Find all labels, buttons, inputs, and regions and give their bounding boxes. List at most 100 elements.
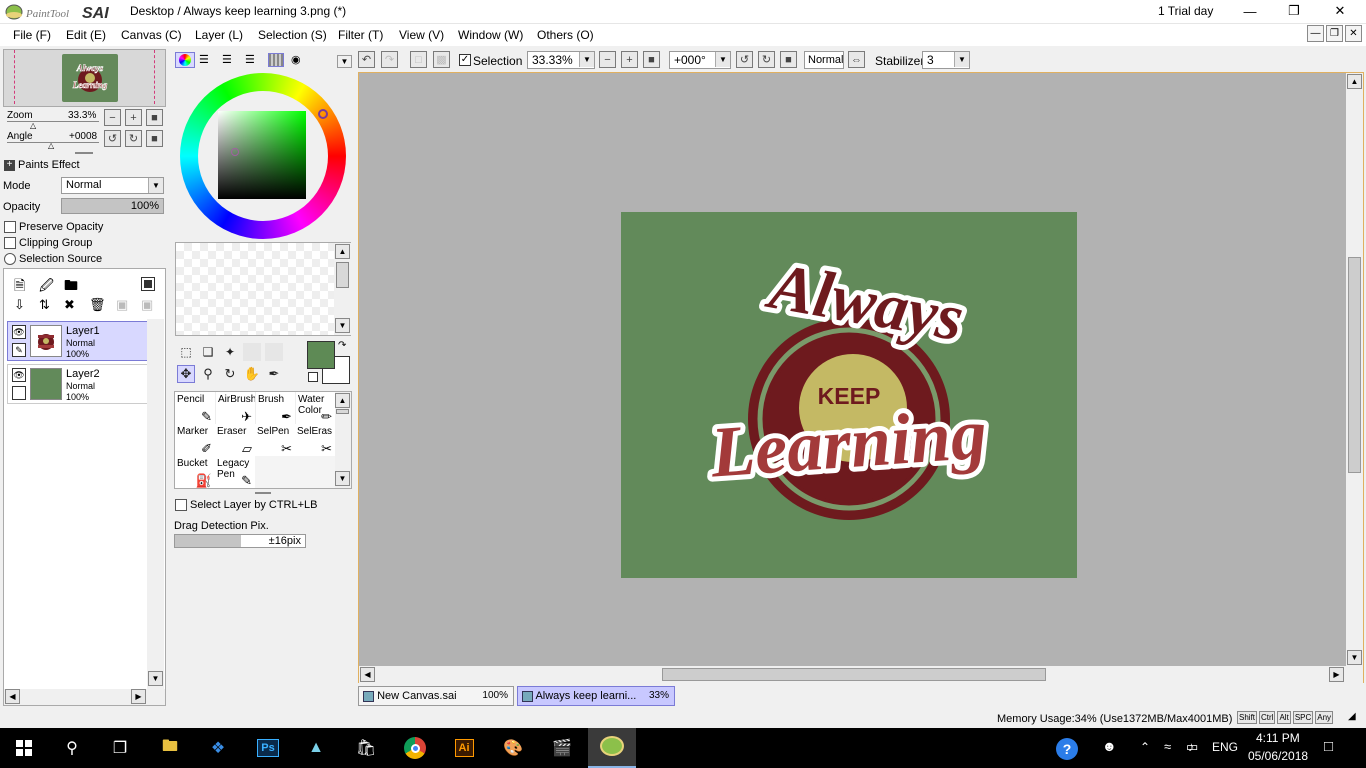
eyedropper-icon[interactable]: ✒: [265, 365, 283, 383]
zoom-out-button[interactable]: −: [104, 109, 121, 126]
file-explorer-icon[interactable]: 🖿: [150, 732, 190, 764]
menu-canvas[interactable]: Canvas (C): [121, 28, 182, 42]
store-icon[interactable]: 🛍: [346, 732, 386, 764]
scroll-down-icon[interactable]: ▼: [148, 671, 163, 686]
wifi-icon[interactable]: ≈: [1164, 739, 1171, 754]
view-mode-button[interactable]: Normal: [804, 51, 844, 69]
scroll-thumb[interactable]: [336, 409, 349, 414]
help-icon[interactable]: ?: [1056, 738, 1078, 760]
doc-tab-always-keep-learning[interactable]: Always keep learni... 33%: [517, 686, 675, 706]
move-icon[interactable]: ✥: [177, 365, 195, 383]
scroll-up-icon[interactable]: ▲: [1347, 74, 1362, 89]
brush-pencil[interactable]: Pencil ✎: [175, 392, 215, 424]
zoom-slider[interactable]: [7, 114, 99, 122]
blend-mode-select[interactable]: Normal ▼: [61, 177, 164, 194]
menu-edit[interactable]: Edit (E): [66, 28, 106, 42]
mdi-close-button[interactable]: ✕: [1345, 25, 1362, 42]
scroll-down-icon[interactable]: ▼: [335, 471, 350, 486]
task-view-icon[interactable]: ❐: [100, 732, 140, 764]
zoom-select[interactable]: 33.33% ▼: [527, 51, 595, 69]
sv-picker-handle[interactable]: [231, 148, 239, 156]
menu-file[interactable]: File (F): [13, 28, 51, 42]
clock-date[interactable]: 05/06/2018: [1248, 749, 1308, 763]
brush-airbrush[interactable]: AirBrush ✈: [215, 392, 256, 424]
transparent-color-icon[interactable]: [308, 372, 318, 382]
brush-selpen[interactable]: SelPen ✂: [255, 424, 295, 456]
menu-layer[interactable]: Layer (L): [195, 28, 243, 42]
new-folder-icon[interactable]: 🖿: [64, 275, 78, 299]
stabilizer-select[interactable]: 3 ▼: [922, 51, 970, 69]
brush-marker[interactable]: Marker ✐: [175, 424, 215, 456]
paint-icon[interactable]: 🎨: [493, 732, 533, 764]
layer-vscroll[interactable]: ▼: [147, 319, 164, 689]
saturation-value-square[interactable]: [218, 111, 306, 199]
canvas-vscroll[interactable]: ▲ ▼: [1346, 73, 1363, 666]
toolbar-zoom-reset-button[interactable]: ■: [643, 51, 660, 68]
preserve-opacity-checkbox[interactable]: [4, 221, 16, 233]
scroll-down-icon[interactable]: ▼: [335, 318, 350, 333]
toolbar-zoom-in-button[interactable]: +: [621, 51, 638, 68]
panel-splitter[interactable]: [255, 492, 271, 494]
swatch-tab[interactable]: ☰: [245, 53, 255, 66]
brush-vscroll[interactable]: ▲ ▼: [335, 392, 351, 488]
scratchpad[interactable]: ▲ ▼: [175, 242, 351, 336]
app-icon[interactable]: ▲: [296, 732, 336, 764]
scroll-left-icon[interactable]: ◀: [360, 667, 375, 682]
zoom-slider-handle[interactable]: △: [30, 121, 36, 130]
clock-time[interactable]: 4:11 PM: [1256, 731, 1300, 745]
hue-picker-handle[interactable]: [318, 109, 328, 119]
mdi-minimize-button[interactable]: —: [1307, 25, 1324, 42]
navigator-panel[interactable]: Always Learning: [3, 49, 166, 107]
layer-row[interactable]: 👁 ✎ Layer1 Normal 100%: [7, 321, 151, 361]
layer-row[interactable]: 👁 Layer2 Normal 100%: [7, 364, 151, 404]
selection-checkbox[interactable]: ✓: [459, 54, 471, 66]
canvas-hscroll[interactable]: ◀ ▶: [359, 666, 1346, 683]
rotate-right-button[interactable]: ↻: [125, 130, 142, 147]
select-by-ctrl-checkbox[interactable]: [175, 499, 187, 511]
swap-colors-icon[interactable]: ↷: [338, 340, 346, 351]
toolbar-rotate-right-button[interactable]: ↻: [758, 51, 775, 68]
new-layer-icon[interactable]: 🗎: [14, 275, 25, 299]
hsv-slider-tab[interactable]: ☰: [222, 53, 232, 66]
chrome-icon[interactable]: [395, 732, 435, 764]
menu-view[interactable]: View (V): [399, 28, 444, 42]
rect-select-icon[interactable]: ⬚: [177, 343, 195, 361]
scratchpad-vscroll[interactable]: ▲ ▼: [334, 243, 351, 335]
zoom-in-button[interactable]: +: [125, 109, 142, 126]
expand-icon[interactable]: +: [4, 160, 15, 171]
brush-brush[interactable]: Brush ✒: [255, 392, 295, 424]
paints-effect-label[interactable]: Paints Effect: [18, 159, 80, 171]
rotate-reset-button[interactable]: ■: [146, 130, 163, 147]
mdi-restore-button[interactable]: ❐: [1326, 25, 1343, 42]
toolbar-rotate-left-button[interactable]: ↺: [736, 51, 753, 68]
zoom-reset-button[interactable]: ■: [146, 109, 163, 126]
zoom-icon[interactable]: ⚲: [199, 365, 217, 383]
restore-button[interactable]: ❐: [1272, 0, 1316, 22]
navigator-thumbnail[interactable]: Always Learning: [62, 54, 118, 102]
canvas[interactable]: KEEP Always Learning: [621, 212, 1077, 578]
angle-select[interactable]: +000° ▼: [669, 51, 731, 69]
panel-splitter[interactable]: [75, 152, 93, 154]
sai-taskbar-button[interactable]: [588, 728, 636, 768]
toolbar-zoom-out-button[interactable]: −: [599, 51, 616, 68]
rotate-icon[interactable]: ↻: [221, 365, 239, 383]
toolbar-rotate-reset-button[interactable]: ■: [780, 51, 797, 68]
canvas-vscroll-thumb[interactable]: [1348, 257, 1361, 473]
menu-filter[interactable]: Filter (T): [338, 28, 383, 42]
panel-menu-icon[interactable]: ▼: [337, 55, 352, 68]
menu-window[interactable]: Window (W): [458, 28, 523, 42]
primary-color-swatch[interactable]: [307, 341, 335, 369]
magic-wand-icon[interactable]: ✦: [221, 343, 239, 361]
language-indicator[interactable]: ENG: [1212, 740, 1238, 754]
brush-water-color[interactable]: Water Color ✏: [295, 392, 335, 424]
rgb-slider-tab[interactable]: ☰: [199, 53, 209, 66]
scroll-right-icon[interactable]: ▶: [131, 689, 146, 704]
scroll-down-icon[interactable]: ▼: [1347, 650, 1362, 665]
show-hidden-icons-icon[interactable]: ⌃: [1140, 740, 1150, 754]
scroll-up-icon[interactable]: ▲: [335, 393, 350, 408]
opacity-slider[interactable]: 100%: [61, 198, 164, 214]
scroll-left-icon[interactable]: ◀: [5, 689, 20, 704]
brush-bucket[interactable]: Bucket ⛽: [175, 456, 215, 488]
start-icon[interactable]: [4, 732, 44, 764]
transfer-down-icon[interactable]: ⇩: [14, 297, 25, 313]
